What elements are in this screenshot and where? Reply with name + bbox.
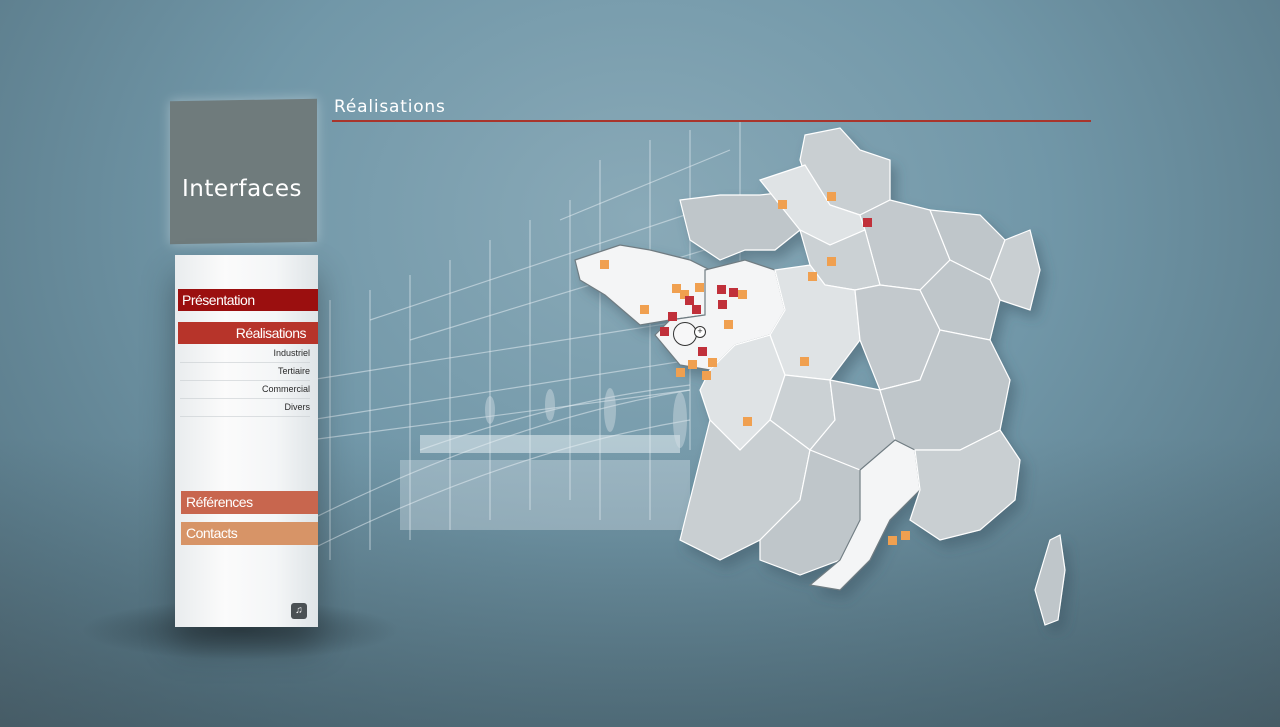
marker[interactable]	[808, 272, 817, 281]
marker[interactable]	[668, 312, 677, 321]
logo-text[interactable]: Interfaces	[182, 176, 317, 202]
marker[interactable]	[676, 368, 685, 377]
marker[interactable]	[688, 360, 697, 369]
france-map	[574, 127, 1066, 626]
nav-references[interactable]: Références	[181, 491, 318, 514]
nav-sub-divers[interactable]: Divers	[180, 399, 310, 417]
marker[interactable]	[743, 417, 752, 426]
marker[interactable]	[729, 288, 738, 297]
logo-box[interactable]	[170, 98, 317, 245]
nav-contacts[interactable]: Contacts	[181, 522, 318, 545]
page-title: Réalisations	[334, 97, 446, 117]
marker[interactable]	[827, 257, 836, 266]
marker[interactable]	[702, 371, 711, 380]
marker[interactable]	[698, 347, 707, 356]
speaker-icon[interactable]: ♫	[291, 603, 307, 619]
marker[interactable]	[708, 358, 717, 367]
marker[interactable]	[600, 260, 609, 269]
marker[interactable]	[888, 536, 897, 545]
marker[interactable]	[640, 305, 649, 314]
nav-presentation[interactable]: Présentation	[178, 289, 318, 311]
marker[interactable]	[901, 531, 910, 540]
marker[interactable]	[685, 296, 694, 305]
marker[interactable]	[672, 284, 681, 293]
marker[interactable]	[827, 192, 836, 201]
marker[interactable]	[738, 290, 747, 299]
region-corse[interactable]	[1034, 534, 1066, 626]
nav-sub-tertiaire[interactable]: Tertiaire	[180, 363, 310, 381]
marker[interactable]	[724, 320, 733, 329]
marker[interactable]	[778, 200, 787, 209]
marker[interactable]	[695, 283, 704, 292]
marker[interactable]	[718, 300, 727, 309]
plus-icon: +	[694, 326, 706, 338]
marker[interactable]	[800, 357, 809, 366]
marker[interactable]	[692, 305, 701, 314]
nav-sub-industriel[interactable]: Industriel	[180, 345, 310, 363]
nav-sub-commercial[interactable]: Commercial	[180, 381, 310, 399]
marker[interactable]	[863, 218, 872, 227]
nav-realisations[interactable]: Réalisations	[178, 322, 318, 344]
marker[interactable]	[660, 327, 669, 336]
marker[interactable]	[717, 285, 726, 294]
